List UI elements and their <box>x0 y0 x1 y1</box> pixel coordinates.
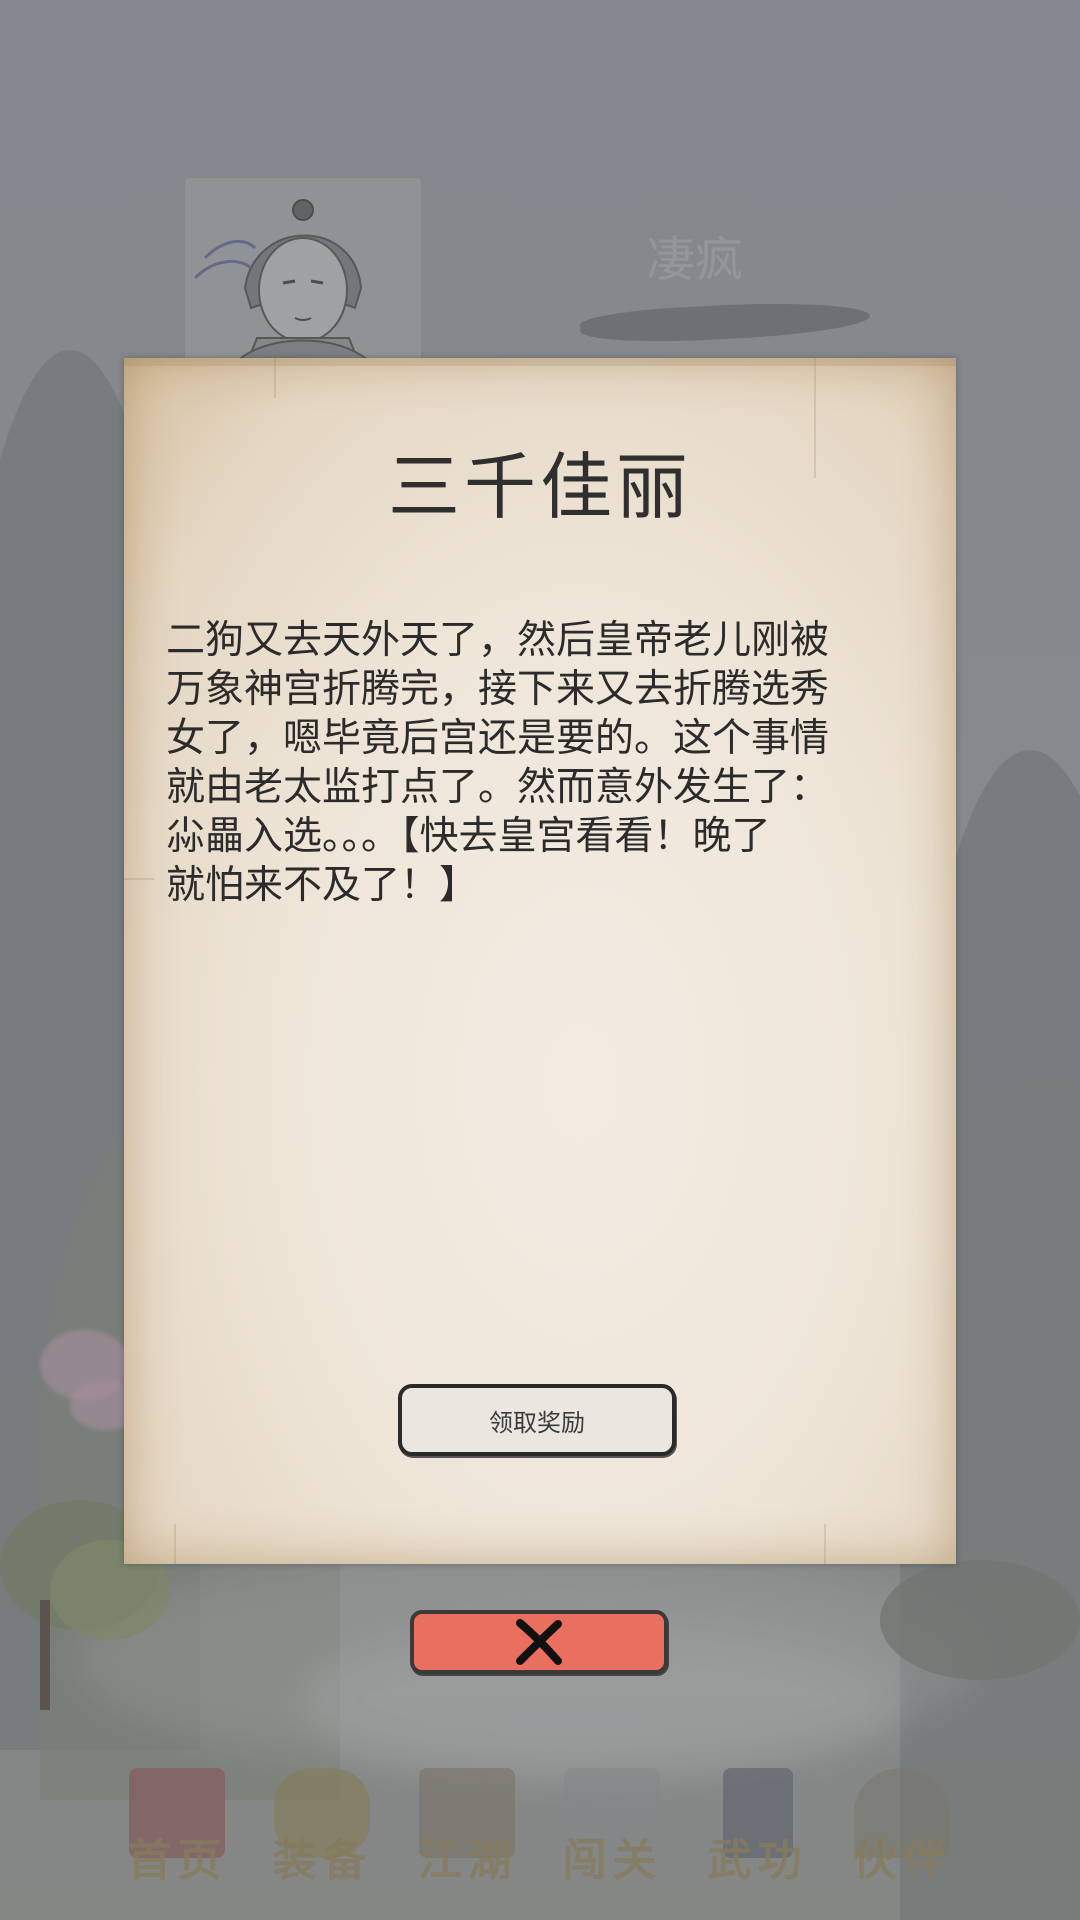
close-icon <box>516 1619 562 1665</box>
parchment-crease <box>124 358 956 366</box>
close-button[interactable] <box>410 1610 668 1674</box>
dialog-body-text: 二狗又去天外天了，然后皇帝老儿刚被 万象神宫折腾完，接下来又去折腾选秀 女了，嗯… <box>166 618 830 908</box>
claim-reward-button[interactable]: 领取奖励 <box>398 1384 676 1456</box>
parchment-crease <box>174 1524 176 1564</box>
parchment-crease <box>824 1524 826 1564</box>
event-dialog: 三千佳丽 二狗又去天外天了，然后皇帝老儿刚被 万象神宫折腾完，接下来又去折腾选秀… <box>124 358 956 1564</box>
claim-reward-label: 领取奖励 <box>489 1408 585 1437</box>
parchment-crease <box>274 358 276 398</box>
parchment-crease <box>124 878 154 880</box>
dialog-title: 三千佳丽 <box>387 445 692 529</box>
